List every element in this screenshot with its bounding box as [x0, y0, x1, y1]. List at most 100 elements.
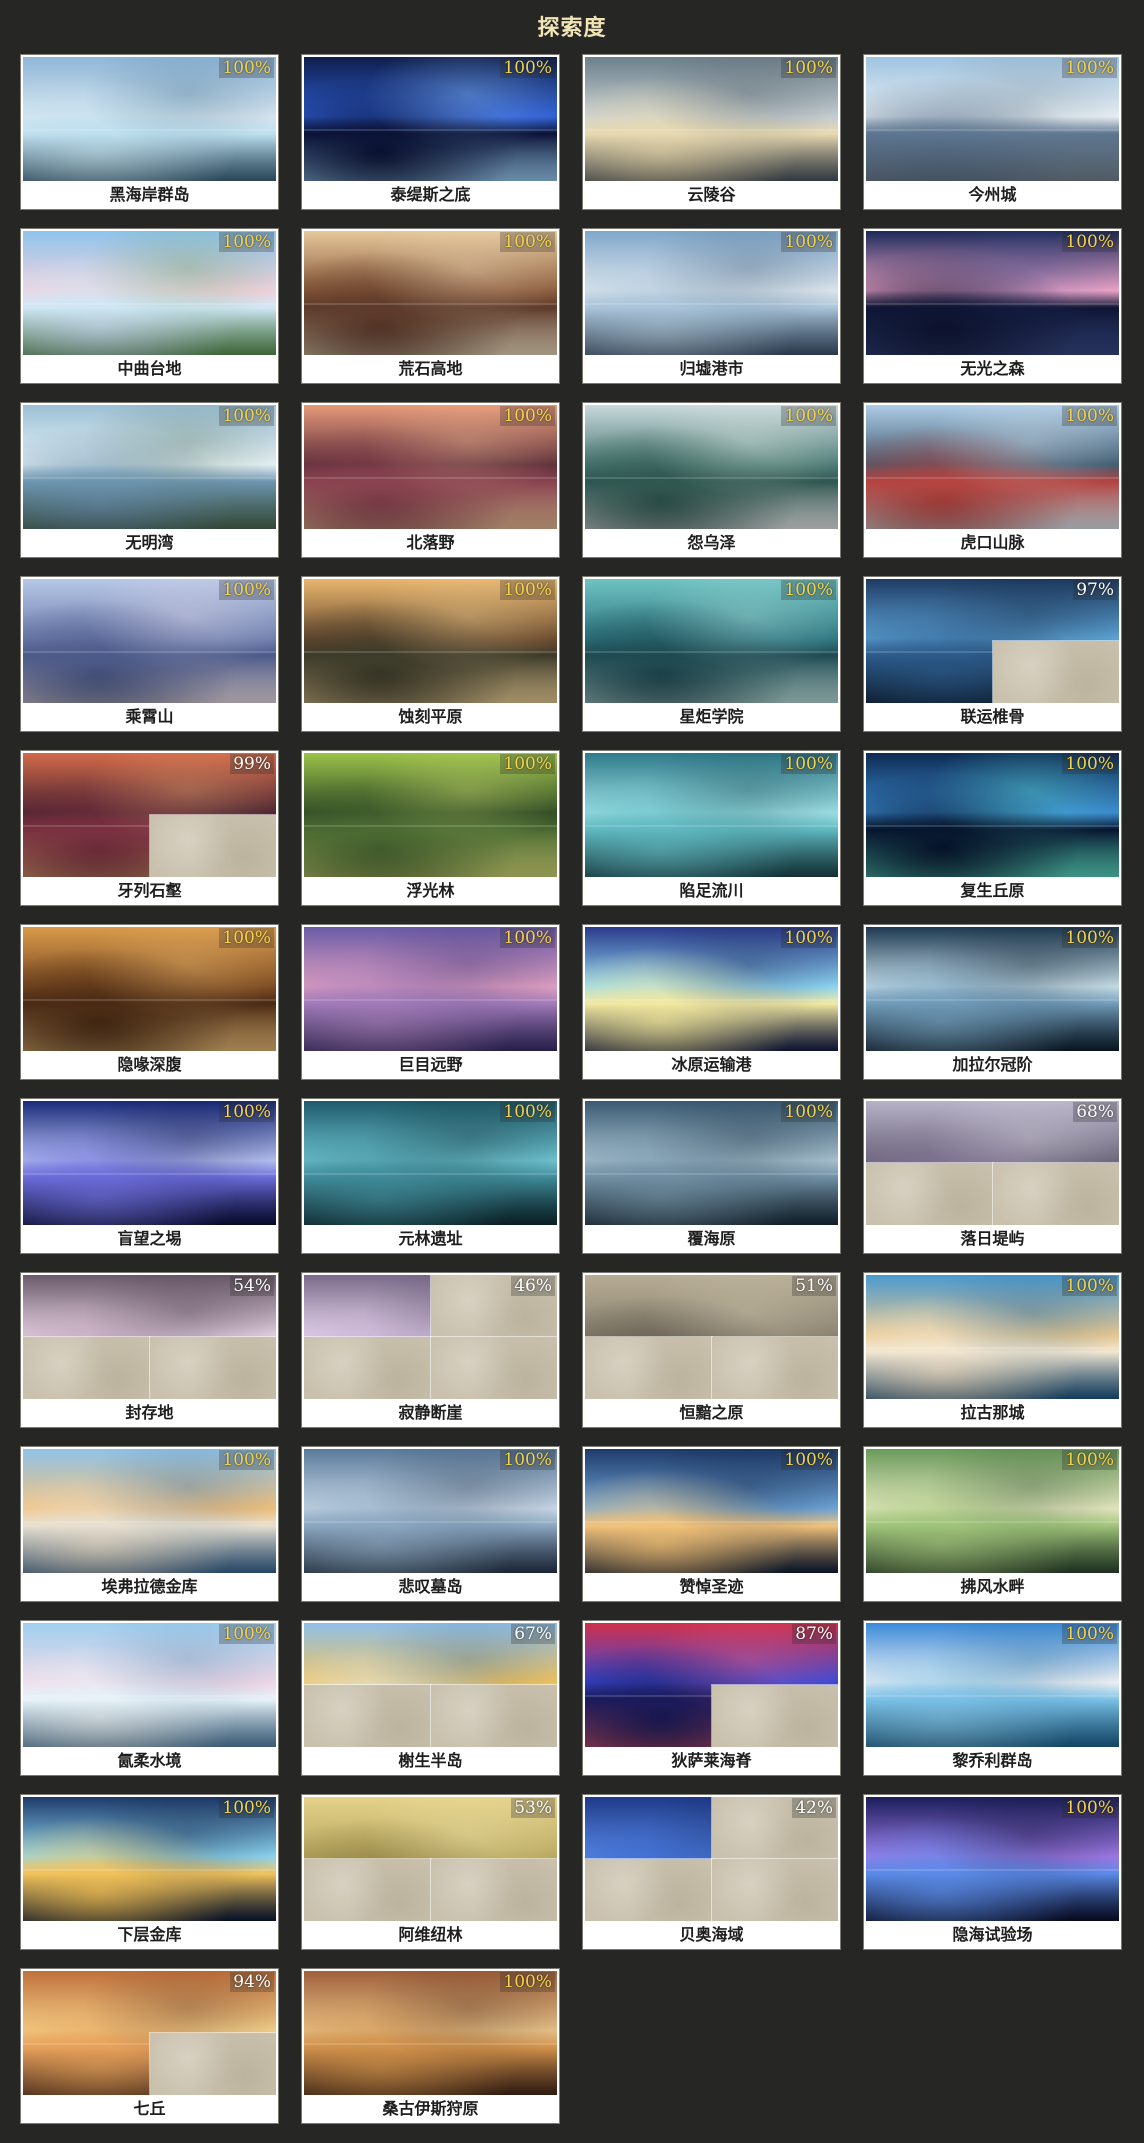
region-card[interactable]: 100% 隐海试验场 [863, 1794, 1122, 1950]
region-card[interactable]: 100% 虎口山脉 [863, 402, 1122, 558]
region-name: 云陵谷 [583, 181, 840, 209]
region-card[interactable]: 100% 无明湾 [20, 402, 279, 558]
horizon-line [23, 650, 276, 653]
exploration-percentage: 100% [500, 406, 555, 426]
region-name: 氤柔水境 [21, 1747, 278, 1775]
unexplored-map-section [710, 1684, 838, 1747]
region-name: 冰原运输港 [583, 1051, 840, 1079]
region-card[interactable]: 97% 联运椎骨 [863, 576, 1122, 732]
horizon-line [23, 998, 276, 1001]
exploration-percentage: 100% [781, 580, 836, 600]
region-name: 荒石高地 [302, 355, 559, 383]
region-thumbnail: 100% [23, 1449, 276, 1573]
region-name: 今州城 [864, 181, 1121, 209]
unexplored-map-section [585, 1336, 713, 1399]
region-card[interactable]: 100% 陷足流川 [582, 750, 841, 906]
region-card[interactable]: 100% 黑海岸群岛 [20, 54, 279, 210]
region-card[interactable]: 100% 加拉尔冠阶 [863, 924, 1122, 1080]
region-card[interactable]: 100% 盲望之埸 [20, 1098, 279, 1254]
unexplored-map-section [585, 1858, 713, 1921]
region-name: 元林遗址 [302, 1225, 559, 1253]
horizon-line [304, 476, 557, 479]
region-card[interactable]: 100% 泰缇斯之底 [301, 54, 560, 210]
horizon-line [304, 998, 557, 1001]
region-card[interactable]: 100% 隐喙深腹 [20, 924, 279, 1080]
region-card[interactable]: 100% 拂风水畔 [863, 1446, 1122, 1602]
region-card[interactable]: 100% 无光之森 [863, 228, 1122, 384]
horizon-line [866, 1346, 1119, 1349]
region-card[interactable]: 100% 怨乌泽 [582, 402, 841, 558]
region-card[interactable]: 100% 乘霄山 [20, 576, 279, 732]
region-card[interactable]: 99% 牙列石壑 [20, 750, 279, 906]
region-thumbnail: 100% [304, 927, 557, 1051]
region-card[interactable]: 51% 恒黯之原 [582, 1272, 841, 1428]
region-card[interactable]: 100% 巨目远野 [301, 924, 560, 1080]
region-card[interactable]: 100% 蚀刻平原 [301, 576, 560, 732]
region-card[interactable]: 53% 阿维纽林 [301, 1794, 560, 1950]
region-card[interactable]: 100% 氤柔水境 [20, 1620, 279, 1776]
region-card[interactable]: 100% 浮光林 [301, 750, 560, 906]
region-thumbnail: 100% [23, 405, 276, 529]
region-card[interactable]: 46% 寂静断崖 [301, 1272, 560, 1428]
region-name: 盲望之埸 [21, 1225, 278, 1253]
region-card[interactable]: 100% 埃弗拉德金库 [20, 1446, 279, 1602]
region-name: 蚀刻平原 [302, 703, 559, 731]
region-card[interactable]: 100% 云陵谷 [582, 54, 841, 210]
horizon-line [304, 302, 557, 305]
horizon-line [23, 128, 276, 131]
region-name: 归墟港市 [583, 355, 840, 383]
region-card[interactable]: 100% 元林遗址 [301, 1098, 560, 1254]
region-card[interactable]: 100% 归墟港市 [582, 228, 841, 384]
region-thumbnail: 100% [866, 1623, 1119, 1747]
horizon-line [23, 302, 276, 305]
region-card[interactable]: 100% 赞悼圣迹 [582, 1446, 841, 1602]
region-card[interactable]: 100% 中曲台地 [20, 228, 279, 384]
region-name: 乘霄山 [21, 703, 278, 731]
region-name: 桑古伊斯狩原 [302, 2095, 559, 2123]
region-card[interactable]: 100% 黎乔利群岛 [863, 1620, 1122, 1776]
region-name: 贝奥海域 [583, 1921, 840, 1949]
region-card[interactable]: 42% 贝奥海域 [582, 1794, 841, 1950]
exploration-percentage: 94% [230, 1972, 274, 1992]
region-thumbnail: 100% [866, 1449, 1119, 1573]
region-card[interactable]: 54% 封存地 [20, 1272, 279, 1428]
region-card[interactable]: 94% 七丘 [20, 1968, 279, 2124]
region-thumbnail: 100% [304, 1971, 557, 2095]
region-card[interactable]: 100% 复生丘原 [863, 750, 1122, 906]
horizon-line [23, 476, 276, 479]
region-card[interactable]: 100% 星炬学院 [582, 576, 841, 732]
region-card[interactable]: 100% 拉古那城 [863, 1272, 1122, 1428]
region-card[interactable]: 100% 覆海原 [582, 1098, 841, 1254]
region-thumbnail: 87% [585, 1623, 838, 1747]
exploration-percentage: 100% [781, 58, 836, 78]
region-thumbnail: 53% [304, 1797, 557, 1921]
unexplored-map-section [148, 1336, 276, 1399]
region-card[interactable]: 100% 桑古伊斯狩原 [301, 1968, 560, 2124]
exploration-percentage: 67% [511, 1624, 555, 1644]
region-card[interactable]: 67% 榭生半岛 [301, 1620, 560, 1776]
region-card[interactable]: 87% 狄萨莱海脊 [582, 1620, 841, 1776]
region-card[interactable]: 68% 落日堤屿 [863, 1098, 1122, 1254]
region-thumbnail: 51% [585, 1275, 838, 1399]
region-thumbnail: 100% [23, 1101, 276, 1225]
exploration-percentage: 100% [500, 58, 555, 78]
region-card[interactable]: 100% 下层金库 [20, 1794, 279, 1950]
region-thumbnail: 46% [304, 1275, 557, 1399]
region-thumbnail: 100% [866, 231, 1119, 355]
horizon-line [866, 476, 1119, 479]
region-card[interactable]: 100% 荒石高地 [301, 228, 560, 384]
region-card[interactable]: 100% 北落野 [301, 402, 560, 558]
unexplored-map-section [991, 640, 1119, 703]
region-card[interactable]: 100% 今州城 [863, 54, 1122, 210]
exploration-percentage: 100% [219, 1102, 274, 1122]
exploration-percentage: 100% [781, 928, 836, 948]
region-name: 赞悼圣迹 [583, 1573, 840, 1601]
region-card[interactable]: 100% 冰原运输港 [582, 924, 841, 1080]
region-name: 北落野 [302, 529, 559, 557]
region-card[interactable]: 100% 悲叹墓岛 [301, 1446, 560, 1602]
exploration-percentage: 100% [500, 1450, 555, 1470]
region-thumbnail: 100% [304, 1449, 557, 1573]
region-thumbnail: 54% [23, 1275, 276, 1399]
exploration-percentage: 97% [1073, 580, 1117, 600]
region-thumbnail: 100% [585, 57, 838, 181]
